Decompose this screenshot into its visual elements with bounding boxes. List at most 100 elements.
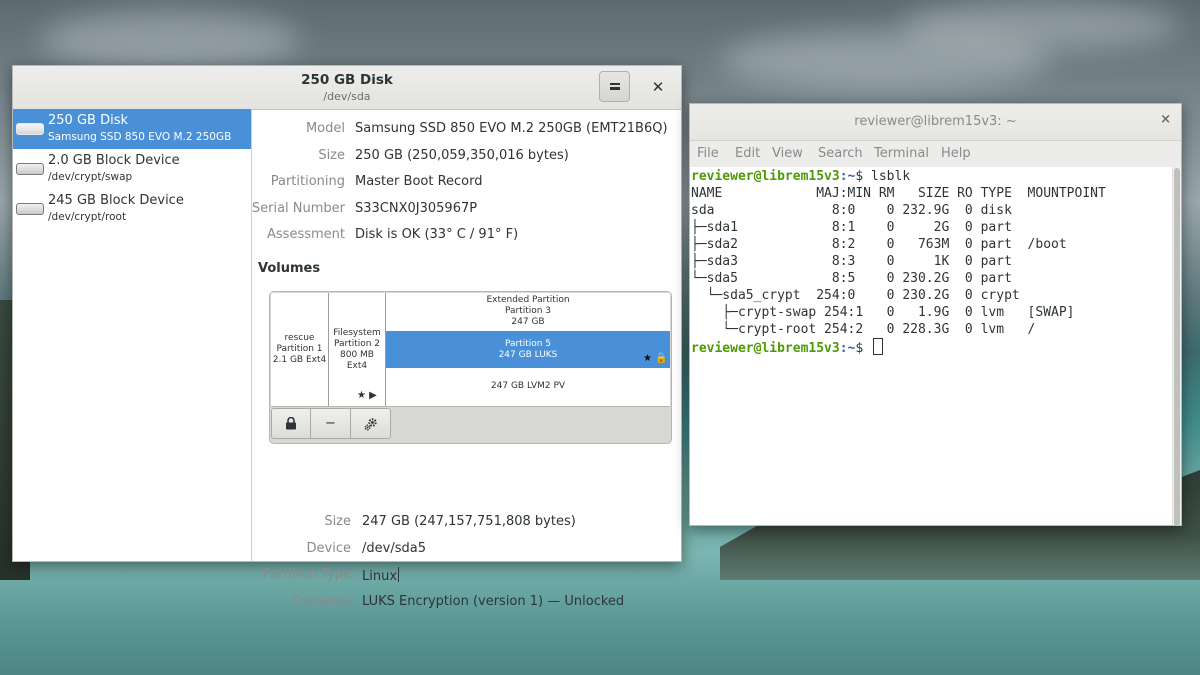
volumes-heading: Volumes <box>258 261 321 276</box>
volume-toolbar: − <box>271 408 391 440</box>
volume-label: 247 GB LVM2 PV <box>490 381 566 391</box>
volume-label: Partition 5 <box>504 339 552 349</box>
volume-label: Extended Partition <box>486 295 570 305</box>
drive-subtitle: /dev/crypt/swap <box>48 171 133 183</box>
prompt-symbol: $ <box>855 341 872 356</box>
prop-label: Assessment <box>267 227 345 242</box>
drive-name: 2.0 GB Block Device <box>48 153 180 168</box>
prop-label: Size <box>318 148 345 163</box>
terminal-window: reviewer@librem15v3: ~ × File Edit View … <box>689 103 1182 526</box>
drive-subtitle: /dev/crypt/root <box>48 211 127 223</box>
terminal-scrollbar[interactable] <box>1172 167 1181 526</box>
hard-drive-icon <box>16 163 44 175</box>
terminal-line: NAME MAJ:MIN RM SIZE RO TYPE MOUNTPOINT <box>691 186 1106 201</box>
partition-type-text: Linux <box>362 569 398 584</box>
lock-volume-button[interactable] <box>271 408 311 439</box>
prop-label: Partitioning <box>270 174 345 189</box>
volume-label: Partition 2 <box>333 338 381 349</box>
prop-row-volume-size: Size 247 GB (247,157,751,808 bytes) <box>252 514 672 532</box>
terminal-headerbar: reviewer@librem15v3: ~ × <box>690 104 1181 141</box>
hamburger-menu-button[interactable] <box>599 71 630 102</box>
volume-label: Filesystem <box>333 327 381 338</box>
gears-icon <box>363 417 377 431</box>
prop-value: 250 GB (250,059,350,016 bytes) <box>355 148 569 163</box>
menu-view[interactable]: View <box>772 146 803 161</box>
prop-row-partition-type: Partition Type Linux <box>252 567 672 585</box>
drive-item-245gb-block[interactable]: 245 GB Block Device /dev/crypt/root <box>13 189 251 229</box>
terminal-line: reviewer@librem15v3:~$ lsblk <box>691 168 910 185</box>
volume-extended-partition[interactable]: Extended Partition Partition 3 247 GB <box>386 293 670 331</box>
terminal-output[interactable]: reviewer@librem15v3:~$ lsblk NAME MAJ:MI… <box>690 167 1173 525</box>
volume-partition-1[interactable]: rescue Partition 1 2.1 GB Ext4 <box>271 293 329 406</box>
partition-settings-button[interactable] <box>351 408 391 439</box>
volume-label: 800 MB Ext4 <box>340 349 374 371</box>
volume-bar: rescue Partition 1 2.1 GB Ext4 Filesyste… <box>271 293 670 407</box>
terminal-line: reviewer@librem15v3:~$ <box>691 338 884 356</box>
prop-label: Partition Type <box>262 567 351 582</box>
hamburger-menu-icon <box>609 83 620 90</box>
hard-drive-icon <box>16 123 44 135</box>
terminal-line: └─sda5 8:5 0 230.2G 0 part <box>691 271 1012 286</box>
disks-title: 250 GB Disk <box>301 72 393 88</box>
menu-terminal[interactable]: Terminal <box>874 146 929 161</box>
drive-subtitle: Samsung SSD 850 EVO M.2 250GB <box>48 131 232 143</box>
menu-search[interactable]: Search <box>818 146 863 161</box>
prop-row-device: Device /dev/sda5 <box>252 541 672 559</box>
prop-value: Disk is OK (33° C / 91° F) <box>355 227 519 242</box>
terminal-line: └─crypt-root 254:2 0 228.3G 0 lvm / <box>691 322 1036 337</box>
star-lock-icon: ★ 🔒 <box>643 353 668 364</box>
terminal-title: reviewer@librem15v3: ~ <box>854 114 1017 129</box>
prop-row-partitioning: Partitioning Master Boot Record <box>252 174 672 192</box>
drive-item-2gb-block[interactable]: 2.0 GB Block Device /dev/crypt/swap <box>13 149 251 189</box>
volume-map: rescue Partition 1 2.1 GB Ext4 Filesyste… <box>269 291 672 444</box>
prop-value: 247 GB (247,157,751,808 bytes) <box>362 514 576 529</box>
terminal-line: ├─sda1 8:1 0 2G 0 part <box>691 220 1012 235</box>
lock-icon <box>286 417 296 430</box>
prop-row-size: Size 250 GB (250,059,350,016 bytes) <box>252 148 672 166</box>
menu-edit[interactable]: Edit <box>735 146 760 161</box>
prompt-user: reviewer@librem15v3 <box>691 341 840 356</box>
disks-headerbar: 250 GB Disk /dev/sda ✕ <box>13 66 681 110</box>
delete-partition-button[interactable]: − <box>311 408 351 439</box>
prop-row-serial: Serial Number S33CNX0J305967P <box>252 201 672 219</box>
drive-name: 245 GB Block Device <box>48 193 184 208</box>
volume-label: 247 GB <box>511 317 545 327</box>
prompt-path: :~ <box>839 341 856 356</box>
volume-partition-5[interactable]: Partition 5 247 GB LUKS <box>386 331 670 368</box>
mounted-star-play-icon: ★ ▶ <box>357 390 377 401</box>
scrollbar-thumb[interactable] <box>1174 168 1180 526</box>
volume-label: rescue <box>284 333 315 343</box>
prop-value: Samsung SSD 850 EVO M.2 250GB (EMT21B6Q) <box>355 121 668 136</box>
prop-label: Serial Number <box>251 201 345 216</box>
drive-item-250gb-disk[interactable]: 250 GB Disk Samsung SSD 850 EVO M.2 250G… <box>13 109 251 149</box>
menu-help[interactable]: Help <box>941 146 971 161</box>
command-text: $ lsblk <box>855 169 911 184</box>
prop-row-assessment: Assessment Disk is OK (33° C / 91° F) <box>252 227 672 245</box>
disks-close-button[interactable]: ✕ <box>646 75 670 99</box>
terminal-line: sda 8:0 0 232.9G 0 disk <box>691 203 1012 218</box>
prop-row-model: Model Samsung SSD 850 EVO M.2 250GB (EMT… <box>252 121 672 139</box>
terminal-menubar: File Edit View Search Terminal Help <box>690 141 1181 168</box>
prop-label: Contents <box>292 594 351 609</box>
disks-subtitle: /dev/sda <box>323 90 371 103</box>
volume-lvm2-pv[interactable]: 247 GB LVM2 PV <box>386 368 670 406</box>
terminal-line: ├─crypt-swap 254:1 0 1.9G 0 lvm [SWAP] <box>691 305 1075 320</box>
volume-label: 2.1 GB Ext4 <box>272 355 327 365</box>
terminal-line: ├─sda2 8:2 0 763M 0 part /boot <box>691 237 1067 252</box>
prop-value: /dev/sda5 <box>362 541 426 556</box>
terminal-cursor <box>873 338 884 355</box>
terminal-close-button[interactable]: × <box>1160 112 1171 127</box>
prop-value: S33CNX0J305967P <box>355 201 478 216</box>
prop-value: Master Boot Record <box>355 174 483 189</box>
prop-label: Size <box>324 514 351 529</box>
volume-label: Partition 3 <box>504 306 552 316</box>
prop-value[interactable]: Linux <box>362 567 400 584</box>
drive-sidebar: 250 GB Disk Samsung SSD 850 EVO M.2 250G… <box>13 109 252 561</box>
text-caret <box>398 567 400 582</box>
prop-row-contents: Contents LUKS Encryption (version 1) — U… <box>252 594 672 612</box>
prompt-path: :~ <box>839 169 856 184</box>
prop-label: Model <box>305 121 345 136</box>
terminal-line: ├─sda3 8:3 0 1K 0 part <box>691 254 1012 269</box>
menu-file[interactable]: File <box>697 146 719 161</box>
terminal-line: └─sda5_crypt 254:0 0 230.2G 0 crypt <box>691 288 1020 303</box>
